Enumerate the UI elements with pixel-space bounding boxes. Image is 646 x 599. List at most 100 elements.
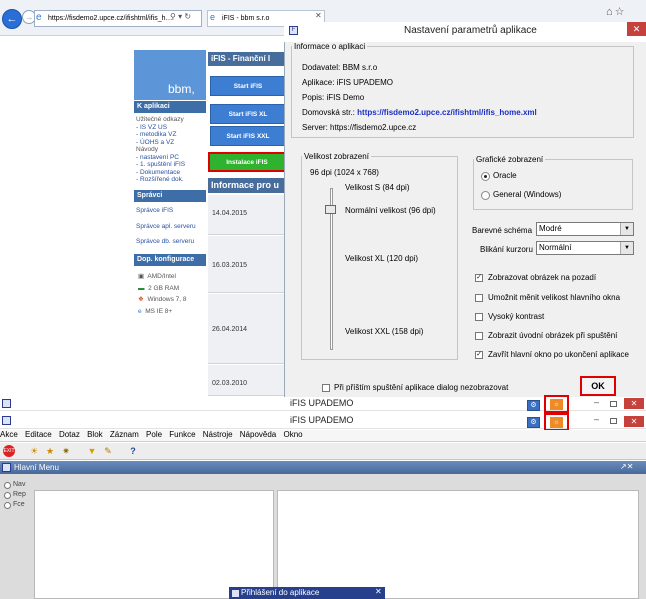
nav-label: Nav	[13, 481, 26, 488]
news-item[interactable]: 14.04.2015	[208, 195, 290, 235]
list-item: AMD/Intel	[147, 273, 176, 280]
install-ifis-button[interactable]: Instalace iFIS	[208, 152, 286, 172]
size-option-xl[interactable]: Velikost XL (120 dpi)	[345, 254, 418, 263]
news-date: 26.04.2014	[212, 326, 248, 333]
start-ifis-xl-button[interactable]: Start iFIS XL	[210, 104, 286, 124]
list-item[interactable]: - ÚOHS a VZ	[136, 139, 185, 147]
rss-icon[interactable]: ☼	[550, 399, 563, 410]
gear-icon[interactable]: ✷	[60, 445, 72, 457]
close-icon[interactable]: ✕	[624, 416, 644, 427]
back-arrow-icon[interactable]: ←	[2, 9, 22, 29]
pencil-icon[interactable]: ✎	[102, 445, 114, 457]
size-current: 96 dpi (1024 x 768)	[310, 168, 379, 177]
close-icon[interactable]: ✕	[624, 398, 644, 409]
window-controls[interactable]: ↗✕	[620, 462, 633, 471]
nav-radio[interactable]	[4, 482, 11, 489]
general-radio[interactable]	[481, 191, 490, 200]
chk-resize-label: Umožnit měnit velikost hlavního okna	[488, 293, 621, 302]
ok-button[interactable]: OK	[580, 376, 616, 396]
app-window-icon	[2, 399, 11, 408]
home-star-icons[interactable]: ⌂☆	[606, 5, 627, 18]
close-tab-icon[interactable]: ✕	[315, 11, 322, 20]
star-icon[interactable]: ★	[44, 445, 56, 457]
menu-editace[interactable]: Editace	[25, 430, 52, 439]
chk-resize[interactable]	[475, 294, 483, 302]
rss-icon[interactable]: ☼	[550, 417, 563, 428]
list-item: 2 GB RAM	[148, 284, 180, 292]
chk-close-main[interactable]: ✓	[475, 351, 483, 359]
size-option-xxl[interactable]: Velikost XXL (158 dpi)	[345, 327, 423, 336]
chevron-down-icon[interactable]: ▼	[620, 223, 633, 235]
chk-splash-label: Zobrazit úvodní obrázek při spuštění	[488, 331, 618, 340]
info-server: Server: https://fisdemo2.upce.cz	[302, 123, 417, 132]
size-option-s[interactable]: Velikost S (84 dpi)	[345, 183, 409, 192]
ie-logo-icon: e	[36, 12, 42, 23]
list-item[interactable]: Správce db. serveru	[136, 238, 196, 246]
cpu-icon: ▣	[138, 273, 145, 280]
list-item[interactable]: - metodika VZ	[136, 131, 185, 139]
list-item[interactable]: - Dokumentace	[136, 169, 185, 177]
main-menu-titlebar: Hlavní Menu	[0, 461, 646, 474]
minimize-icon[interactable]: –	[594, 414, 599, 424]
menu-nastroje[interactable]: Nástroje	[203, 430, 233, 439]
home-page-link[interactable]: https://fisdemo2.upce.cz/ifishtml/ifis_h…	[357, 108, 537, 117]
list-item[interactable]: Správce iFIS	[136, 207, 196, 215]
folder-icon[interactable]: ▼	[86, 445, 98, 457]
menu-akce[interactable]: Akce	[0, 430, 18, 439]
list-item[interactable]: - IS VZ US	[136, 124, 185, 132]
page-banner: iFIS - Finanční I	[208, 52, 290, 66]
menu-pole[interactable]: Pole	[146, 430, 162, 439]
size-option-normal[interactable]: Normální velikost (96 dpi)	[345, 206, 436, 215]
news-item[interactable]: 02.03.2010	[208, 365, 290, 396]
chk-close-main-label: Zavřít hlavní okno po ukončení aplikace	[488, 350, 629, 359]
sun-icon[interactable]: ☀	[28, 445, 40, 457]
chk-contrast[interactable]	[475, 313, 483, 321]
settings-tile-icon[interactable]: ⚙	[527, 400, 540, 411]
rep-radio[interactable]	[4, 492, 11, 499]
exit-icon[interactable]: EXIT	[3, 445, 15, 457]
info-domovska: Domovská str.: https://fisdemo2.upce.cz/…	[302, 108, 537, 117]
search-icon[interactable]: ⚲ ▾ ↻	[170, 12, 191, 21]
right-panel	[277, 490, 639, 599]
chk-splash[interactable]	[475, 332, 483, 340]
scheme-label: Barevné schéma	[472, 226, 533, 235]
fce-radio[interactable]	[4, 502, 11, 509]
news-date: 14.04.2015	[212, 210, 248, 217]
list-item: Užitečné odkazy	[136, 116, 184, 123]
menu-funkce[interactable]: Funkce	[169, 430, 195, 439]
size-legend: Velikost zobrazení	[304, 152, 369, 161]
size-slider-thumb[interactable]	[325, 205, 336, 214]
news-header: Informace pro u	[208, 178, 290, 193]
chk-background[interactable]: ✓	[475, 274, 483, 282]
cursor-select[interactable]: Normální ▼	[536, 241, 634, 255]
oracle-label: Oracle	[493, 171, 517, 180]
window-title: iFIS UPADEMO	[290, 398, 354, 408]
chevron-down-icon[interactable]: ▼	[620, 242, 633, 254]
list-item[interactable]: - nastavení PC	[136, 154, 185, 162]
settings-tile-icon[interactable]: ⚙	[527, 417, 540, 428]
menu-napoveda[interactable]: Nápověda	[240, 430, 276, 439]
news-item[interactable]: 26.04.2014	[208, 294, 290, 364]
menu-dotaz[interactable]: Dotaz	[59, 430, 80, 439]
start-ifis-xxl-button[interactable]: Start iFIS XXL	[210, 126, 286, 146]
menu-zaznam[interactable]: Záznam	[110, 430, 139, 439]
close-icon[interactable]: ✕	[627, 22, 646, 36]
help-icon[interactable]: ?	[127, 445, 139, 457]
menu-blok[interactable]: Blok	[87, 430, 103, 439]
maximize-icon[interactable]	[610, 401, 617, 407]
menu-okno[interactable]: Okno	[284, 430, 303, 439]
chk-dont-show[interactable]	[322, 384, 330, 392]
maximize-icon[interactable]	[610, 418, 617, 424]
app-window-icon	[2, 463, 11, 472]
spravci-list: Správce iFIS Správce apl. serveru Správc…	[136, 207, 196, 246]
oracle-radio[interactable]	[481, 172, 490, 181]
minimize-icon[interactable]: –	[594, 397, 599, 407]
list-item[interactable]: - 1. spuštění iFIS	[136, 161, 185, 169]
list-item[interactable]: - Rozšířené dok.	[136, 176, 185, 184]
scheme-select[interactable]: Modré ▼	[536, 222, 634, 236]
close-icon[interactable]: ✕	[375, 587, 382, 596]
list-item[interactable]: Správce apl. serveru	[136, 223, 196, 231]
konfigurace-list: ▣ AMD/Intel ▬ 2 GB RAM ❖ Windows 7, 8 e …	[138, 273, 186, 315]
start-ifis-button[interactable]: Start iFIS	[210, 76, 286, 96]
news-item[interactable]: 16.03.2015	[208, 236, 290, 293]
